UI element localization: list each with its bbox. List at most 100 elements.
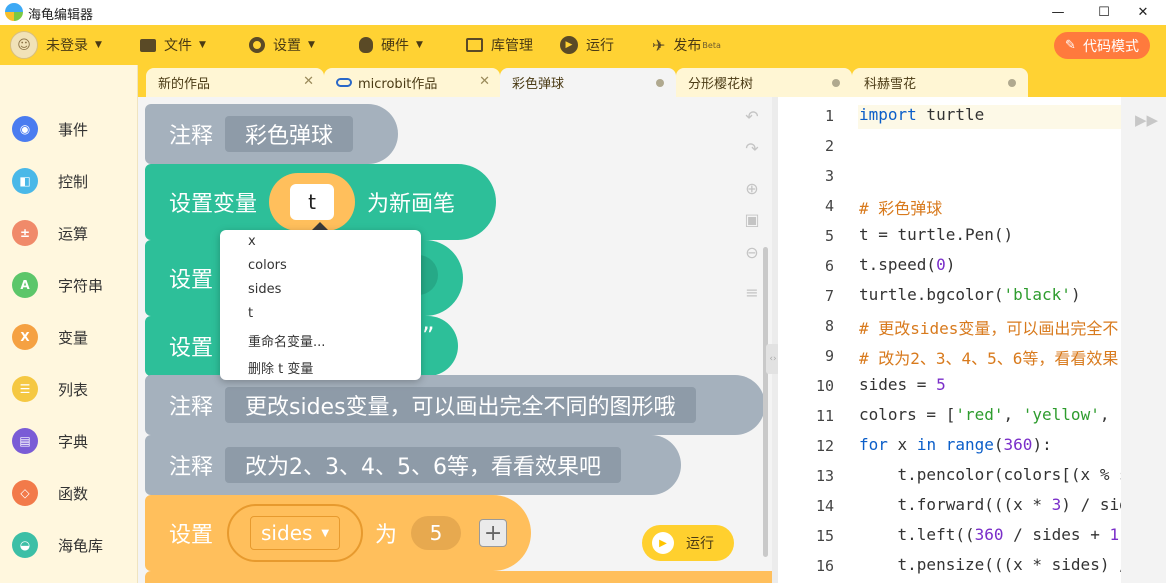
comment-block[interactable]: 注释 更改sides变量，可以画出完全不同的图形哦 bbox=[145, 375, 765, 435]
chevron-down-icon: ▼ bbox=[199, 40, 206, 50]
add-item-button[interactable]: + bbox=[479, 519, 508, 547]
comment-block[interactable]: 注释 彩色弹球 bbox=[145, 104, 398, 164]
hardware-menu[interactable]: 硬件 ▼ bbox=[359, 25, 423, 65]
redo-icon[interactable]: ↷ bbox=[741, 137, 763, 159]
publish-button[interactable]: ✈ 发布 Beta bbox=[652, 25, 721, 65]
comment-text[interactable]: 更改sides变量，可以画出完全不同的图形哦 bbox=[225, 387, 696, 423]
tab-microbit[interactable]: microbit作品 ✕ bbox=[324, 68, 500, 97]
code-line[interactable]: t = turtle.Pen() bbox=[859, 225, 1013, 249]
category-item[interactable]: ▤ 字典 bbox=[0, 421, 138, 461]
undo-icon[interactable]: ↶ bbox=[741, 105, 763, 127]
tab-colorful-ball[interactable]: 彩色弹球 bbox=[500, 68, 676, 97]
code-line[interactable]: t.pensize(((x * sides) / bbox=[859, 555, 1121, 579]
hardware-menu-label: 硬件 bbox=[381, 38, 409, 54]
variable-slot: sides ▼ bbox=[227, 504, 364, 562]
block-keyword: 设置 bbox=[169, 336, 214, 361]
number-input[interactable]: 5 bbox=[411, 516, 462, 550]
line-number: 6 bbox=[824, 257, 834, 275]
loop-block[interactable] bbox=[145, 571, 772, 583]
comment-text[interactable]: 改为2、3、4、5、6等，看看效果吧 bbox=[225, 447, 622, 483]
tab-new-project[interactable]: 新的作品 ✕ bbox=[146, 68, 324, 97]
code-token: for bbox=[859, 435, 888, 454]
zoom-out-icon[interactable]: ⊖ bbox=[741, 241, 763, 263]
sides-variable-dropdown[interactable]: sides ▼ bbox=[250, 516, 341, 550]
category-item[interactable]: ± 运算 bbox=[0, 213, 138, 253]
code-line[interactable]: # 彩色弹球 bbox=[859, 195, 942, 219]
library-manager-button[interactable]: 库管理 bbox=[466, 25, 533, 65]
expand-panel-icon[interactable]: ▶▶ bbox=[1135, 111, 1158, 129]
dropdown-option-sides[interactable]: sides bbox=[248, 282, 281, 297]
category-item[interactable]: ◧ 控制 bbox=[0, 161, 138, 201]
code-line[interactable]: for x in range(360): bbox=[859, 435, 1052, 459]
code-token: import bbox=[859, 105, 917, 124]
code-line[interactable]: import turtle bbox=[858, 105, 1121, 129]
workspace-scrollbar[interactable] bbox=[763, 247, 768, 557]
variable-name: t bbox=[290, 184, 335, 220]
category-icon: ☰ bbox=[12, 376, 38, 402]
dropdown-option-x[interactable]: x bbox=[248, 234, 256, 249]
code-line[interactable]: sides = 5 bbox=[859, 375, 946, 399]
code-line[interactable]: t.pencolor(colors[(x % s bbox=[859, 465, 1121, 489]
variable-dropdown-menu: x colors sides t 重命名变量... 删除 t 变量 bbox=[220, 230, 421, 380]
code-line[interactable]: t.speed(0) bbox=[859, 255, 955, 279]
tab-bar: 新的作品 ✕ microbit作品 ✕ 彩色弹球 分形樱花树 科赫雪花 bbox=[138, 65, 1166, 97]
tab-koch-snowflake[interactable]: 科赫雪花 bbox=[852, 68, 1028, 97]
category-label: 控制 bbox=[58, 172, 89, 191]
close-window-button[interactable]: ✕ bbox=[1120, 0, 1166, 25]
close-icon[interactable]: ✕ bbox=[303, 74, 314, 89]
category-item[interactable]: X 变量 bbox=[0, 317, 138, 357]
category-item[interactable]: ◉ 事件 bbox=[0, 109, 138, 149]
dropdown-option-t[interactable]: t bbox=[248, 306, 253, 321]
rename-variable-option[interactable]: 重命名变量... bbox=[248, 331, 325, 350]
block-keyword: 注释 bbox=[169, 395, 214, 420]
code-token: # 彩色弹球 bbox=[859, 199, 943, 218]
code-line[interactable]: colors = ['red', 'yellow', bbox=[859, 405, 1109, 429]
code-mode-button[interactable]: ✎ 代码模式 bbox=[1054, 32, 1150, 59]
reset-view-icon[interactable]: ▣ bbox=[741, 208, 763, 230]
code-line[interactable]: # 改为2、3、4、5、6等，看看效果 bbox=[859, 345, 1118, 369]
code-token: t.forward(((x * bbox=[859, 495, 1052, 514]
category-item[interactable]: ◇ 函数 bbox=[0, 473, 138, 513]
code-line[interactable]: t.forward(((x * 3) / sid bbox=[859, 495, 1121, 519]
code-line[interactable]: t.left((360 / sides + 1) bbox=[859, 525, 1121, 549]
category-label: 海龟库 bbox=[58, 536, 104, 555]
set-sides-block[interactable]: 设置 sides ▼ 为 5 + bbox=[145, 495, 531, 571]
block-keyword: 注释 bbox=[169, 124, 214, 149]
line-number: 10 bbox=[815, 377, 834, 395]
comment-text[interactable]: 彩色弹球 bbox=[225, 116, 354, 152]
category-label: 字典 bbox=[58, 432, 89, 451]
file-menu[interactable]: 文件 ▼ bbox=[140, 25, 206, 65]
code-line[interactable]: turtle.bgcolor('black') bbox=[859, 285, 1081, 309]
run-button[interactable]: ▶ 运行 bbox=[642, 525, 734, 561]
close-icon[interactable]: ✕ bbox=[479, 74, 490, 89]
file-menu-label: 文件 bbox=[164, 38, 192, 54]
category-item[interactable]: ☰ 列表 bbox=[0, 369, 138, 409]
delete-variable-option[interactable]: 删除 t 变量 bbox=[248, 358, 313, 377]
zoom-in-icon[interactable]: ⊕ bbox=[741, 177, 763, 199]
tab-label: 彩色弹球 bbox=[512, 77, 565, 92]
user-menu[interactable]: ☺ 未登录 ▼ bbox=[10, 25, 102, 65]
settings-menu[interactable]: 设置 ▼ bbox=[249, 25, 315, 65]
category-sidebar: ◉ 事件 ◧ 控制 ± 运算 A 字符串 X 变量 ☰ 列表 ▤ 字典 ◇ 函数 ◒ 海龟库 bbox=[0, 65, 138, 583]
avatar-icon: ☺ bbox=[10, 31, 38, 59]
code-token: in bbox=[916, 435, 937, 454]
cleanup-icon[interactable]: ≡ bbox=[741, 281, 763, 303]
category-item[interactable]: A 字符串 bbox=[0, 265, 138, 305]
tab-label: 新的作品 bbox=[158, 77, 211, 92]
category-item[interactable]: ◒ 海龟库 bbox=[0, 525, 138, 565]
code-token: 5 bbox=[936, 375, 946, 394]
run-menu-label: 运行 bbox=[586, 38, 614, 54]
run-menu-button[interactable]: ▶ 运行 bbox=[560, 25, 614, 65]
line-number: 5 bbox=[824, 227, 834, 245]
minimize-button[interactable]: — bbox=[1035, 0, 1081, 25]
right-panel-strip: ▶▶ bbox=[1121, 97, 1166, 583]
folder-icon bbox=[140, 38, 156, 52]
variable-name: sides bbox=[261, 521, 313, 545]
code-line[interactable]: # 更改sides变量，可以画出完全不 bbox=[859, 315, 1118, 339]
code-editor[interactable]: import turtle # 彩色弹球 t = turtle.Pen() t.spe… bbox=[858, 97, 1121, 583]
dropdown-option-colors[interactable]: colors bbox=[248, 258, 287, 273]
comment-block[interactable]: 注释 改为2、3、4、5、6等，看看效果吧 bbox=[145, 435, 681, 495]
code-token: range bbox=[945, 435, 994, 454]
category-label: 函数 bbox=[58, 484, 89, 503]
tab-fractal-tree[interactable]: 分形樱花树 bbox=[676, 68, 852, 97]
